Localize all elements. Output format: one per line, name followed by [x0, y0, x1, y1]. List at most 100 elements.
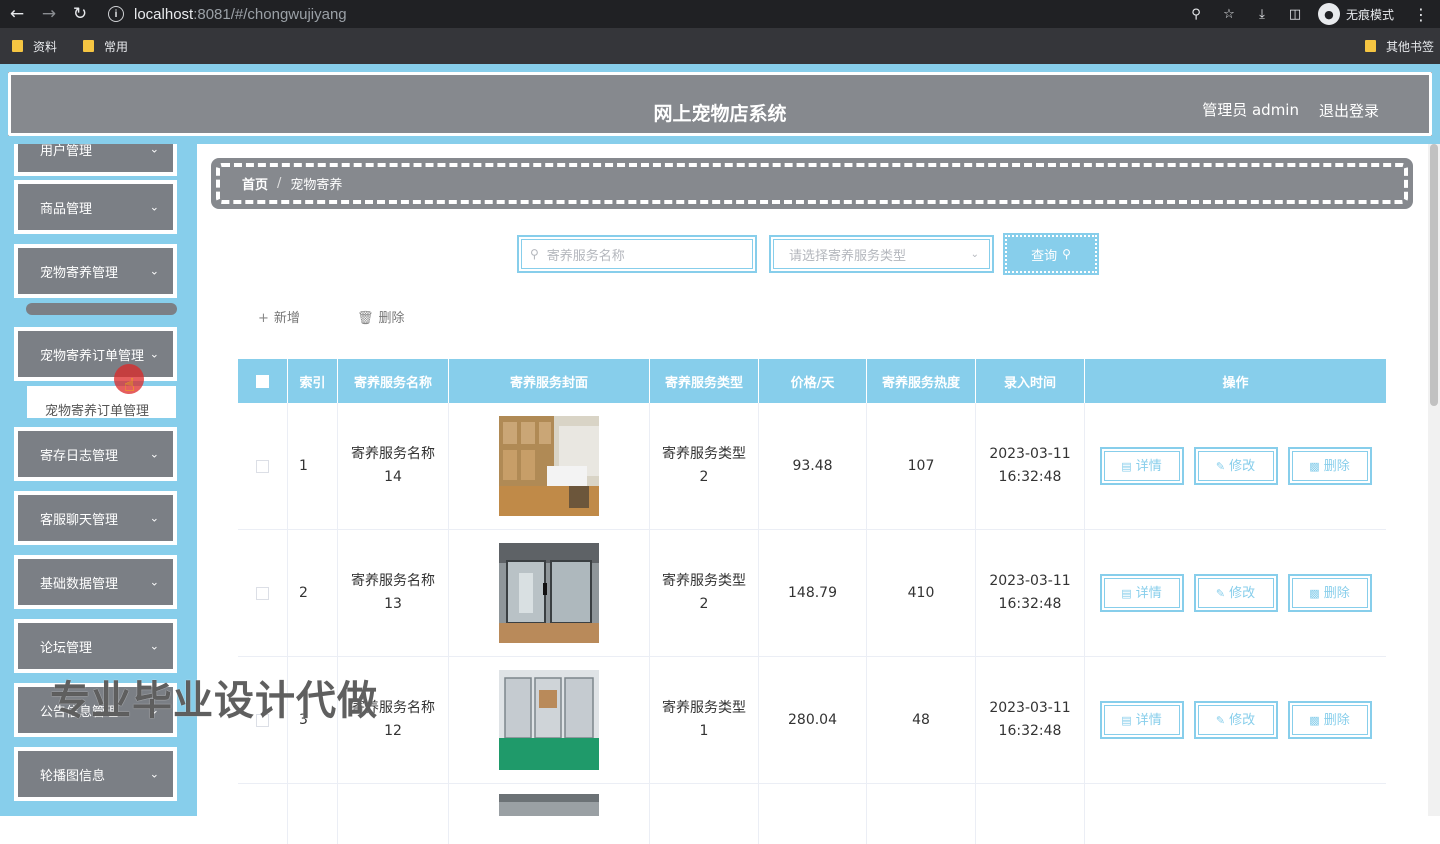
breadcrumb: 首页 / 宠物寄养 — [211, 158, 1413, 209]
sidebar-item-pet-boarding[interactable]: 宠物寄养管理 ⌄ — [14, 244, 177, 298]
column-header: 寄养服务封面 — [449, 359, 650, 403]
entry-time: 2023-03-11 16:32:48 — [976, 403, 1085, 529]
popularity: 107 — [867, 403, 976, 529]
service-name: 寄养服务名称 14 — [338, 403, 449, 529]
popularity: 410 — [867, 530, 976, 656]
column-header: 录入时间 — [976, 359, 1085, 403]
select-all-checkbox[interactable] — [238, 359, 288, 403]
plus-icon: + — [258, 311, 269, 326]
download-icon[interactable]: ⤓ — [1253, 5, 1271, 23]
chevron-down-icon: ⌄ — [149, 200, 159, 214]
add-button[interactable]: + 新增 — [258, 307, 300, 326]
price: 148.79 — [759, 530, 867, 656]
trash-icon: ▩ — [1309, 586, 1320, 600]
cover-image[interactable] — [499, 416, 599, 516]
edit-icon: ✎ — [1215, 459, 1226, 473]
sidebar-item-storage-log[interactable]: 寄存日志管理 ⌄ — [14, 427, 177, 481]
delete-button[interactable]: ▩ 删除 — [1287, 447, 1372, 485]
admin-label: 管理员 admin — [1202, 101, 1299, 119]
time: 16:32:48 — [998, 723, 1062, 739]
sidebar-item-label: 客服聊天管理 — [40, 512, 119, 528]
type-line: 1 — [699, 723, 709, 739]
delete-button[interactable]: ▩ 删除 — [1287, 574, 1372, 612]
other-bookmarks[interactable]: 其他书签 — [1364, 38, 1434, 55]
service-type: 寄养服务类型 1 — [650, 657, 759, 783]
sidebar-item-base-data[interactable]: 基础数据管理 ⌄ — [14, 555, 177, 609]
forward-icon[interactable]: → — [38, 3, 60, 25]
bookmark-folder[interactable]: 常用 — [83, 38, 128, 55]
type-line: 寄养服务类型 — [662, 446, 746, 462]
cover-image[interactable] — [499, 670, 599, 770]
site-info-icon[interactable]: i — [108, 6, 124, 22]
search-placeholder: 寄养服务名称 — [546, 248, 625, 264]
search-input[interactable]: ⚲ 寄养服务名称 — [517, 235, 757, 273]
browser-toolbar: ← → ↻ i localhost:8081/#/chongwujiyang ⚲… — [0, 0, 1440, 28]
key-icon[interactable]: ⚲ — [1187, 5, 1205, 23]
time: 16:32:48 — [998, 469, 1062, 485]
name-line: 寄养服务名称 — [351, 573, 435, 589]
sidebar-item-carousel[interactable]: 轮播图信息 ⌄ — [14, 747, 177, 801]
table-row: 3 寄养服务名称 12 寄养服务类型 1 280.04 48 2023-03-1… — [238, 657, 1386, 784]
delete-button[interactable]: ▩ 删除 — [1287, 701, 1372, 739]
operations: ▤ 详情 ✎ 修改 ▩ 删除 — [1085, 657, 1386, 783]
document-icon: ▤ — [1121, 713, 1132, 727]
row-checkbox[interactable] — [238, 403, 288, 529]
page-scrollbar[interactable] — [1428, 144, 1440, 816]
logout-button[interactable]: 退出登录 — [1319, 100, 1379, 121]
batch-delete-button[interactable]: 🗑 删除 — [357, 307, 405, 326]
chevron-down-icon: ⌄ — [149, 264, 159, 278]
query-button[interactable]: 查询 ⚲ — [1003, 233, 1099, 275]
address-bar[interactable]: i localhost:8081/#/chongwujiyang — [108, 0, 347, 28]
trash-icon: ▩ — [1309, 459, 1320, 473]
star-icon[interactable]: ☆ — [1220, 5, 1238, 23]
sidepanel-icon[interactable]: ◫ — [1286, 5, 1304, 23]
edit-icon: ✎ — [1215, 586, 1226, 600]
hand-cursor-icon: ☝ — [124, 375, 135, 396]
service-type: 寄养服务类型 2 — [650, 530, 759, 656]
edit-button[interactable]: ✎ 修改 — [1193, 574, 1278, 612]
bookmark-label: 常用 — [104, 39, 129, 54]
delete-label: 删除 — [1323, 458, 1350, 474]
cover-cell — [449, 657, 650, 783]
sidebar-item-label: 宠物寄养管理 — [40, 265, 119, 281]
sidebar-item-label: 寄存日志管理 — [40, 448, 119, 464]
submenu-placeholder — [26, 303, 177, 315]
browser-menu-icon[interactable]: ⋮ — [1412, 5, 1430, 24]
column-header: 寄养服务类型 — [650, 359, 759, 403]
row-checkbox[interactable] — [238, 530, 288, 656]
detail-button[interactable]: ▤ 详情 — [1099, 447, 1184, 485]
breadcrumb-current: 宠物寄养 — [290, 178, 343, 193]
reload-icon[interactable]: ↻ — [69, 3, 91, 25]
type-select[interactable]: 请选择寄养服务类型 ⌄ — [769, 235, 994, 273]
date: 2023-03-11 — [989, 700, 1071, 716]
detail-button[interactable]: ▤ 详情 — [1099, 574, 1184, 612]
bookmarks-bar: 资料 常用 其他书签 — [0, 28, 1440, 64]
column-header: 操作 — [1222, 375, 1249, 391]
edit-button[interactable]: ✎ 修改 — [1193, 447, 1278, 485]
cover-image[interactable] — [499, 543, 599, 643]
edit-button[interactable]: ✎ 修改 — [1193, 701, 1278, 739]
sidebar-item-products[interactable]: 商品管理 ⌄ — [14, 180, 177, 234]
sidebar-item-forum[interactable]: 论坛管理 ⌄ — [14, 619, 177, 673]
submenu-item-boarding-orders[interactable]: 宠物寄养订单管理 — [27, 386, 176, 419]
incognito-indicator[interactable]: ● 无痕模式 — [1317, 3, 1394, 25]
breadcrumb-home[interactable]: 首页 — [242, 174, 268, 193]
folder-icon — [1364, 40, 1376, 52]
search-icon: ⚲ — [1062, 247, 1071, 261]
bookmark-folder[interactable]: 资料 — [12, 38, 57, 55]
sidebar-item-users[interactable]: 用户管理 ⌄ — [14, 144, 177, 176]
cover-image[interactable] — [499, 794, 599, 816]
sidebar-item-boarding-orders[interactable]: 宠物寄养订单管理 ⌄ — [14, 327, 177, 381]
delete-label: 删除 — [1323, 585, 1350, 601]
back-icon[interactable]: ← — [6, 3, 28, 25]
date: 2023-03-11 — [989, 446, 1071, 462]
cover-cell — [449, 784, 650, 844]
detail-label: 详情 — [1135, 712, 1162, 728]
sidebar-item-chat[interactable]: 客服聊天管理 ⌄ — [14, 491, 177, 545]
trash-icon: ▩ — [1309, 713, 1320, 727]
scrollbar-thumb[interactable] — [1430, 144, 1438, 406]
entry-time: 2023-03-11 16:32:48 — [976, 530, 1085, 656]
edit-icon: ✎ — [1215, 713, 1226, 727]
delete-label: 删除 — [378, 311, 405, 326]
detail-button[interactable]: ▤ 详情 — [1099, 701, 1184, 739]
